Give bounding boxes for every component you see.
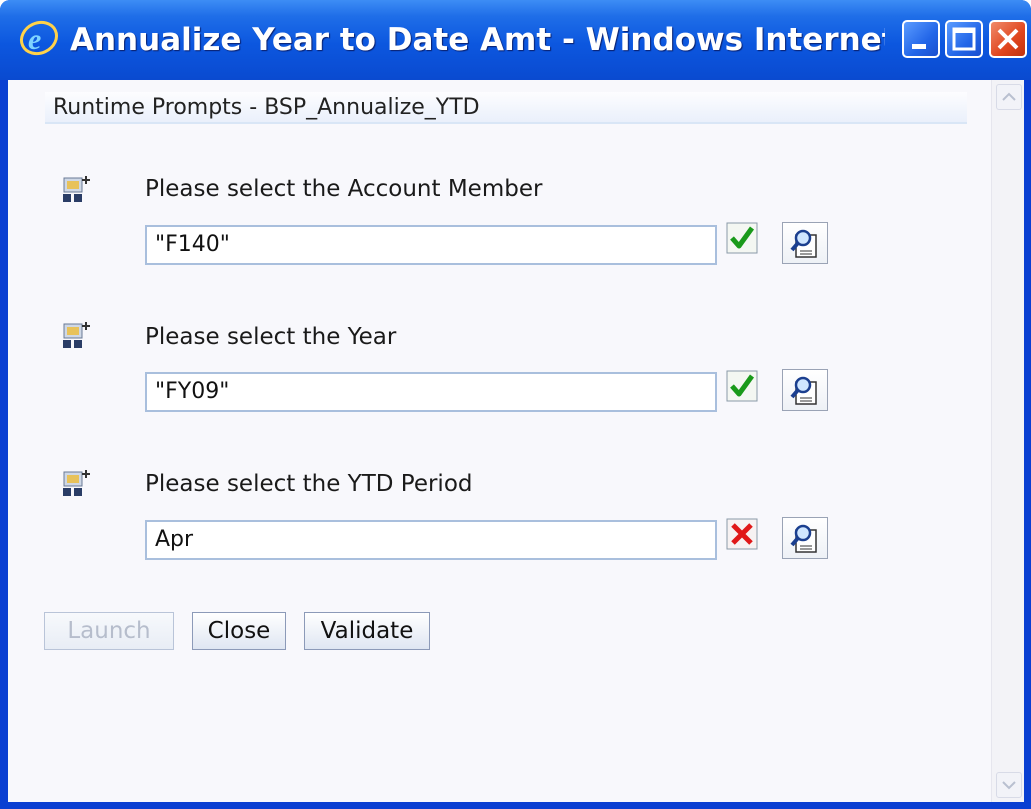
invalid-x-icon (726, 518, 758, 550)
lookup-button-ytd-period[interactable] (782, 517, 828, 559)
ie-icon: e (19, 20, 59, 56)
member-selector-icon (63, 470, 90, 496)
valid-check-icon (726, 222, 758, 254)
validate-button[interactable]: Validate (304, 612, 430, 650)
launch-button[interactable]: Launch (44, 612, 174, 650)
member-selector-icon (63, 176, 90, 202)
magnifier-icon (790, 376, 817, 405)
window-title: Annualize Year to Date Amt - Windows Int… (70, 22, 885, 58)
valid-check-icon (726, 370, 758, 402)
year-input[interactable]: "FY09" (145, 372, 717, 412)
magnifier-icon (790, 524, 817, 553)
magnifier-icon (790, 229, 817, 258)
minimize-icon (912, 44, 926, 49)
scroll-up-button[interactable] (996, 84, 1022, 110)
browser-window: e Annualize Year to Date Amt - Windows I… (0, 0, 1031, 809)
client-area: Runtime Prompts - BSP_Annualize_YTD Plea… (8, 80, 1024, 802)
prompt-label-year: Please select the Year (145, 324, 397, 350)
dialog-content: Runtime Prompts - BSP_Annualize_YTD Plea… (8, 80, 991, 802)
chevron-down-icon (1002, 781, 1016, 790)
close-icon (997, 28, 1019, 50)
account-member-input[interactable]: "F140" (145, 225, 717, 265)
maximize-icon (952, 27, 976, 51)
svg-text:e: e (28, 23, 41, 56)
maximize-button[interactable] (945, 20, 983, 58)
vertical-scrollbar[interactable] (991, 80, 1024, 802)
close-button[interactable]: Close (192, 612, 286, 650)
lookup-button-year[interactable] (782, 369, 828, 411)
ytd-period-input[interactable]: Apr (145, 520, 717, 560)
prompt-label-ytd-period: Please select the YTD Period (145, 471, 473, 497)
scroll-down-button[interactable] (996, 772, 1022, 798)
close-window-button[interactable] (989, 20, 1027, 58)
lookup-button-account[interactable] (782, 222, 828, 264)
runtime-prompts-header: Runtime Prompts - BSP_Annualize_YTD (45, 92, 967, 124)
minimize-button[interactable] (902, 20, 940, 58)
chevron-up-icon (1002, 92, 1016, 101)
member-selector-icon (63, 322, 90, 348)
prompt-label-account: Please select the Account Member (145, 176, 543, 202)
title-bar[interactable]: e Annualize Year to Date Amt - Windows I… (0, 0, 1031, 80)
